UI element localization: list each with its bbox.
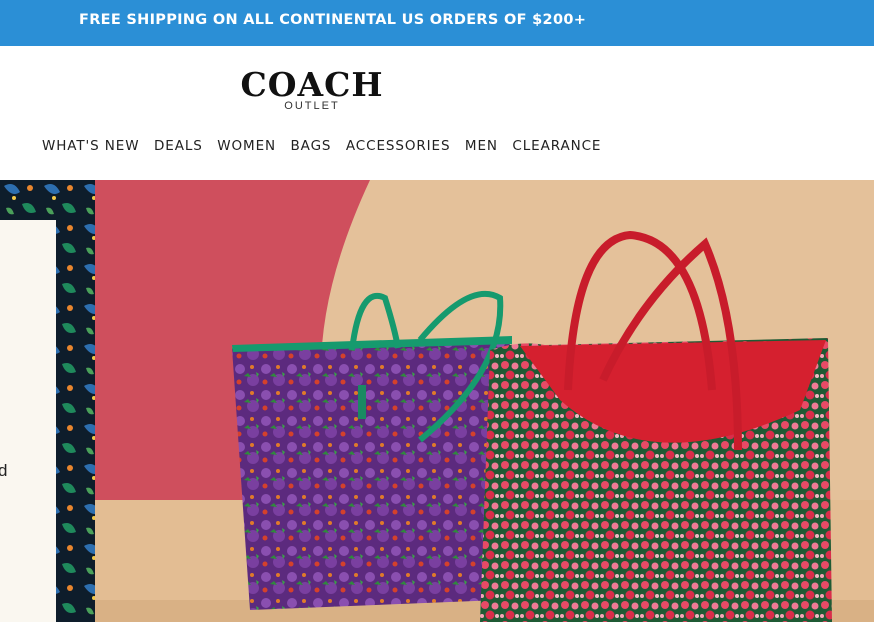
promo-banner[interactable]: FREE SHIPPING ON ALL CONTINENTAL US ORDE… [0,0,874,46]
promo-text: FREE SHIPPING ON ALL CONTINENTAL US ORDE… [79,12,587,28]
main-navigation: WHAT'S NEW DEALS WOMEN BAGS ACCESSORIES … [42,138,616,156]
hero-image [0,180,874,622]
nav-bags[interactable]: BAGS [291,138,332,156]
logo-subtitle: OUTLET [284,100,340,112]
nav-men[interactable]: MEN [465,138,498,156]
hero-card-text: d [0,461,8,480]
nav-whats-new[interactable]: WHAT'S NEW [42,138,139,156]
nav-clearance[interactable]: CLEARANCE [512,138,601,156]
coach-outlet-logo[interactable]: COACH OUTLET [214,64,410,116]
hero-banner[interactable]: d [0,180,874,622]
hero-text-card: d [0,220,56,622]
nav-accessories[interactable]: ACCESSORIES [346,138,451,156]
nav-women[interactable]: WOMEN [217,138,276,156]
nav-deals[interactable]: DEALS [154,138,203,156]
